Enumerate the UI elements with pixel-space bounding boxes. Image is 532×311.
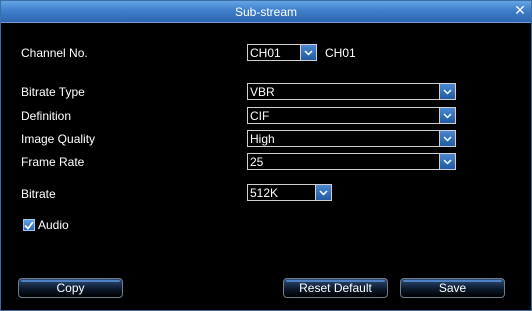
channel-label: Channel No. xyxy=(21,46,88,60)
channel-name: CH01 xyxy=(325,46,356,60)
bitrate-type-label: Bitrate Type xyxy=(21,85,85,99)
chevron-down-icon[interactable] xyxy=(439,84,455,99)
chevron-down-icon[interactable] xyxy=(439,131,455,146)
image-quality-select[interactable]: High xyxy=(247,130,456,147)
definition-label: Definition xyxy=(21,109,72,123)
save-button[interactable]: Save xyxy=(400,278,505,298)
image-quality-value: High xyxy=(250,131,275,146)
dialog-title: Sub-stream xyxy=(234,4,298,19)
chevron-down-icon[interactable] xyxy=(315,185,331,200)
title-bar: Sub-stream ✕ xyxy=(1,1,531,23)
image-quality-label: Image Quality xyxy=(21,132,96,146)
definition-value: CIF xyxy=(250,108,270,123)
bitrate-select[interactable]: 512K xyxy=(247,184,332,201)
definition-select[interactable]: CIF xyxy=(247,107,456,124)
audio-checkbox[interactable] xyxy=(23,219,35,231)
chevron-down-icon[interactable] xyxy=(439,154,455,169)
bitrate-value: 512K xyxy=(250,185,279,200)
bitrate-type-select[interactable]: VBR xyxy=(247,83,456,100)
frame-rate-label: Frame Rate xyxy=(21,155,85,169)
copy-button[interactable]: Copy xyxy=(18,278,123,298)
frame-rate-value: 25 xyxy=(250,154,264,169)
sub-stream-dialog: Sub-stream ✕ Channel No. CH01 CH01 Bitra… xyxy=(0,0,532,311)
checkmark-icon xyxy=(24,220,34,230)
chevron-down-icon[interactable] xyxy=(300,45,316,60)
bitrate-label: Bitrate xyxy=(21,187,56,201)
chevron-down-icon[interactable] xyxy=(439,108,455,123)
channel-select[interactable]: CH01 xyxy=(247,44,317,61)
reset-default-button[interactable]: Reset Default xyxy=(283,278,388,298)
channel-select-value: CH01 xyxy=(250,45,281,60)
audio-label: Audio xyxy=(38,218,69,232)
bitrate-type-value: VBR xyxy=(250,84,275,99)
frame-rate-select[interactable]: 25 xyxy=(247,153,456,170)
close-icon[interactable]: ✕ xyxy=(513,3,527,18)
